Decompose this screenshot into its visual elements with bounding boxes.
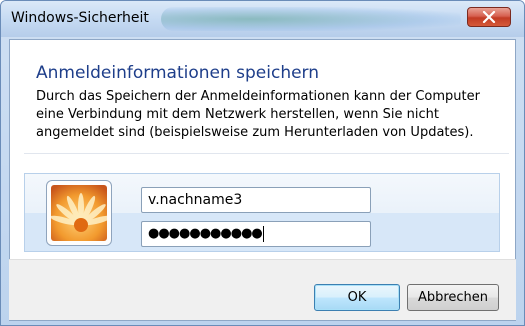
close-icon bbox=[482, 11, 496, 23]
username-field[interactable]: v.nachname3 bbox=[141, 187, 371, 213]
dialog-heading: Anmeldeinformationen speichern bbox=[36, 63, 320, 83]
flower-avatar-icon bbox=[51, 185, 107, 241]
dialog-description: Durch das Speichern der Anmeldeinformati… bbox=[36, 89, 480, 140]
password-field[interactable]: ●●●●●●●●●●● bbox=[141, 221, 371, 247]
password-mask: ●●●●●●●●●●● bbox=[148, 226, 263, 241]
title-bar[interactable]: Windows-Sicherheit bbox=[1, 1, 524, 37]
credential-tile[interactable]: v.nachname3 ●●●●●●●●●●● bbox=[24, 173, 500, 252]
cancel-button[interactable]: Abbrechen bbox=[407, 284, 499, 311]
text-caret bbox=[262, 225, 264, 242]
ok-button[interactable]: OK bbox=[314, 284, 400, 311]
title-bar-glass bbox=[161, 7, 461, 31]
close-button[interactable] bbox=[467, 7, 511, 27]
user-avatar bbox=[46, 180, 112, 246]
security-dialog-window: Windows-Sicherheit Anmeldeinformationen … bbox=[0, 0, 525, 326]
separator bbox=[24, 153, 509, 154]
button-bar: OK Abbrechen bbox=[9, 259, 516, 320]
window-title: Windows-Sicherheit bbox=[11, 10, 149, 26]
